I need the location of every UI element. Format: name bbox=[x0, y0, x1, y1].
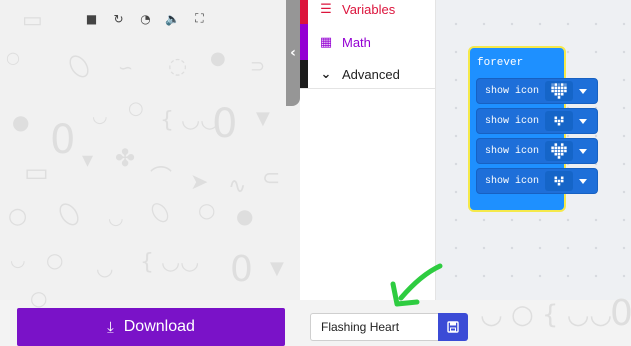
doodle: ✤ bbox=[115, 144, 136, 172]
doodle: { ◡◡ bbox=[140, 250, 200, 275]
doodle: ▼ bbox=[256, 108, 270, 129]
download-label: Download bbox=[123, 318, 195, 335]
category-stripe bbox=[300, 24, 308, 60]
doodle: ◡ ○ { ◡◡ bbox=[480, 300, 613, 330]
restart-icon[interactable]: ↻ bbox=[105, 5, 132, 32]
doodle: ▭ bbox=[24, 158, 49, 188]
toolbox: ☰ Variables ▦ Math ⌄ Advanced bbox=[300, 0, 436, 300]
small-heart-icon[interactable] bbox=[545, 171, 574, 191]
chevron-down-icon[interactable] bbox=[579, 178, 588, 184]
doodle: ⊂ bbox=[262, 166, 281, 191]
forever-label: forever bbox=[477, 57, 524, 69]
save-icon bbox=[447, 321, 459, 333]
chevron-down-icon[interactable] bbox=[579, 118, 588, 124]
heart-icon[interactable] bbox=[545, 141, 574, 161]
doodle: ◡ bbox=[92, 106, 108, 127]
doodle: ➤ bbox=[190, 170, 209, 195]
fullscreen-icon[interactable]: ⛶ bbox=[186, 5, 213, 32]
doodle: 0 bbox=[50, 117, 76, 163]
doodle: 0 bbox=[230, 249, 253, 290]
toolbox-item-label: Variables bbox=[342, 1, 396, 17]
doodle: ⬯ bbox=[61, 46, 97, 87]
toolbox-item-variables[interactable]: ☰ Variables bbox=[300, 0, 435, 24]
heart-icon[interactable] bbox=[545, 81, 574, 101]
doodle: ◡ bbox=[108, 208, 124, 229]
doodle: ● bbox=[210, 48, 226, 69]
show-icon-block[interactable]: show icon bbox=[476, 138, 598, 164]
show-icon-block[interactable]: show icon bbox=[476, 168, 598, 194]
download-button[interactable]: ⤓ Download bbox=[17, 308, 285, 346]
calculator-icon: ▦ bbox=[319, 34, 333, 50]
doodle: 0 bbox=[212, 101, 238, 147]
doodle: ○ bbox=[198, 198, 216, 222]
doodle: ◌ bbox=[168, 54, 188, 79]
doodle: ▼ bbox=[270, 258, 284, 279]
category-stripe bbox=[300, 0, 308, 24]
doodle: { ◡◡ bbox=[160, 108, 220, 133]
doodle: ▭ bbox=[22, 8, 43, 33]
simulator-toolbar: ■ ↻ ◔ 🔈 ⛶ bbox=[78, 5, 213, 32]
toolbox-item-label: Advanced bbox=[342, 66, 400, 82]
chevron-left-icon: ‹ bbox=[290, 45, 296, 61]
doodle: ◡ bbox=[10, 250, 26, 271]
chevron-down-icon[interactable] bbox=[579, 148, 588, 154]
save-button[interactable] bbox=[438, 313, 468, 341]
doodle: ● bbox=[236, 204, 254, 228]
doodle: ⬯ bbox=[51, 194, 87, 235]
doodle: ∿ bbox=[228, 174, 247, 199]
sound-icon[interactable]: 🔈 bbox=[159, 5, 186, 32]
toolbox-item-math[interactable]: ▦ Math bbox=[300, 24, 435, 60]
download-icon: ⤓ bbox=[107, 318, 114, 336]
doodle: ○ bbox=[128, 98, 144, 119]
block-label: show icon bbox=[485, 115, 540, 127]
category-stripe bbox=[300, 60, 308, 88]
project-name-input[interactable] bbox=[310, 313, 438, 341]
doodle: ◡ bbox=[96, 256, 114, 280]
doodle: ⌒ bbox=[150, 166, 173, 191]
toolbox-item-label: Math bbox=[342, 34, 371, 50]
toolbox-item-advanced[interactable]: ⌄ Advanced bbox=[300, 60, 435, 89]
doodle: ∽ bbox=[118, 58, 134, 79]
chevron-down-icon[interactable] bbox=[579, 88, 588, 94]
doodle: ● bbox=[12, 110, 30, 134]
collapse-simulator-button[interactable]: ‹ bbox=[286, 0, 300, 106]
block-label: show icon bbox=[485, 145, 540, 157]
show-icon-block[interactable]: show icon bbox=[476, 108, 598, 134]
doodle: ⬯ bbox=[144, 196, 176, 230]
doodle: ▾ bbox=[82, 148, 94, 173]
doodle: ○ bbox=[6, 48, 20, 67]
block-label: show icon bbox=[485, 175, 540, 187]
doodle: ○ bbox=[30, 286, 48, 310]
doodle: 0 bbox=[610, 293, 631, 334]
block-label: show icon bbox=[485, 85, 540, 97]
doodle: ○ bbox=[46, 248, 64, 272]
list-icon: ☰ bbox=[320, 1, 332, 17]
green-arrow-icon bbox=[390, 263, 443, 307]
show-icon-block[interactable]: show icon bbox=[476, 78, 598, 104]
small-heart-icon[interactable] bbox=[545, 111, 574, 131]
slow-motion-icon[interactable]: ◔ bbox=[132, 5, 159, 32]
chevron-down-icon: ⌄ bbox=[320, 66, 332, 82]
doodle: ⊃ bbox=[250, 56, 266, 77]
doodle: ○ bbox=[8, 204, 28, 229]
stop-icon[interactable]: ■ bbox=[78, 5, 105, 32]
simulator-panel: ▭ ○ ⬯ ∽ ◌ ● ⊃ ● 0 ◡ ○ { ◡◡ 0 ▼ ▭ ▾ ✤ ⌒ ➤… bbox=[0, 0, 300, 300]
